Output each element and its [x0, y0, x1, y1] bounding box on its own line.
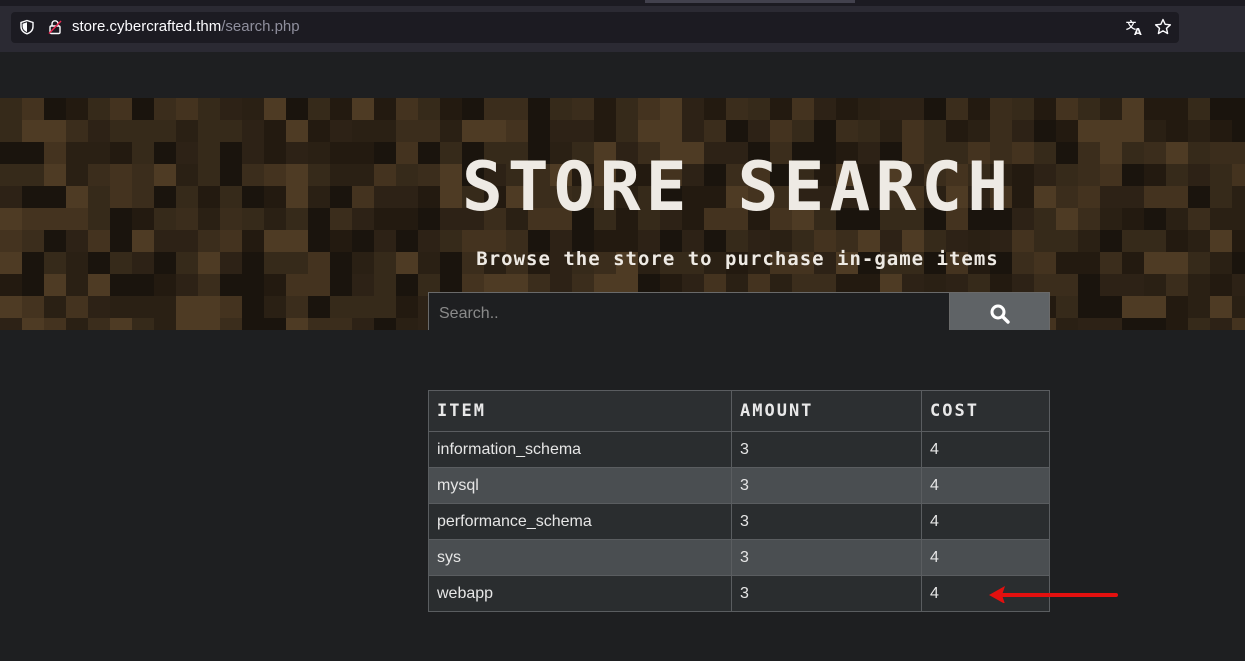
store-banner: STORE SEARCH Browse the store to purchas… [0, 98, 1245, 330]
results-table: ITEM AMOUNT COST information_schema 3 4 … [428, 390, 1050, 612]
url-path: /search.php [221, 18, 300, 35]
page-content: STORE SEARCH Browse the store to purchas… [0, 52, 1245, 661]
browser-toolbar: store.cybercrafted.thm/search.php 文 A [0, 0, 1245, 52]
item-cell: performance_schema [428, 503, 732, 540]
amount-cell: 3 [731, 539, 922, 576]
table-row: information_schema 3 4 [428, 431, 1050, 468]
cost-cell: 4 [921, 467, 1050, 504]
search-input[interactable] [428, 292, 950, 330]
url-host: store.cybercrafted.thm [72, 18, 222, 35]
page-title: STORE SEARCH [461, 148, 1014, 227]
annotation-arrow [989, 586, 1118, 603]
cost-cell: 4 [921, 431, 1050, 468]
table-row: performance_schema 3 4 [428, 503, 1050, 540]
amount-cell: 3 [731, 503, 922, 540]
address-bar[interactable]: store.cybercrafted.thm/search.php 文 A [11, 12, 1179, 43]
item-cell: mysql [428, 467, 732, 504]
table-row: mysql 3 4 [428, 467, 1050, 504]
search-button[interactable] [949, 292, 1050, 330]
column-header-item: ITEM [428, 390, 732, 432]
table-row: sys 3 4 [428, 539, 1050, 576]
active-tab[interactable] [645, 0, 855, 3]
amount-cell: 3 [731, 575, 922, 612]
translate-icon[interactable]: 文 A [1126, 18, 1144, 36]
cost-cell: 4 [921, 503, 1050, 540]
column-header-amount: AMOUNT [731, 390, 922, 432]
item-cell: webapp [428, 575, 732, 612]
svg-text:A: A [1134, 27, 1142, 36]
tab-strip [0, 0, 1245, 6]
cost-cell: 4 [921, 539, 1050, 576]
table-row: webapp 3 4 [428, 575, 1050, 612]
shield-icon[interactable] [19, 19, 35, 35]
page-subtitle: Browse the store to purchase in-game ite… [476, 248, 999, 270]
search-icon [990, 304, 1010, 324]
lock-icon[interactable] [47, 19, 63, 35]
amount-cell: 3 [731, 431, 922, 468]
item-cell: information_schema [428, 431, 732, 468]
table-header-row: ITEM AMOUNT COST [428, 390, 1050, 432]
item-cell: sys [428, 539, 732, 576]
amount-cell: 3 [731, 467, 922, 504]
bookmark-star-icon[interactable] [1154, 18, 1172, 36]
column-header-cost: COST [921, 390, 1050, 432]
url-text[interactable]: store.cybercrafted.thm/search.php [72, 18, 300, 36]
